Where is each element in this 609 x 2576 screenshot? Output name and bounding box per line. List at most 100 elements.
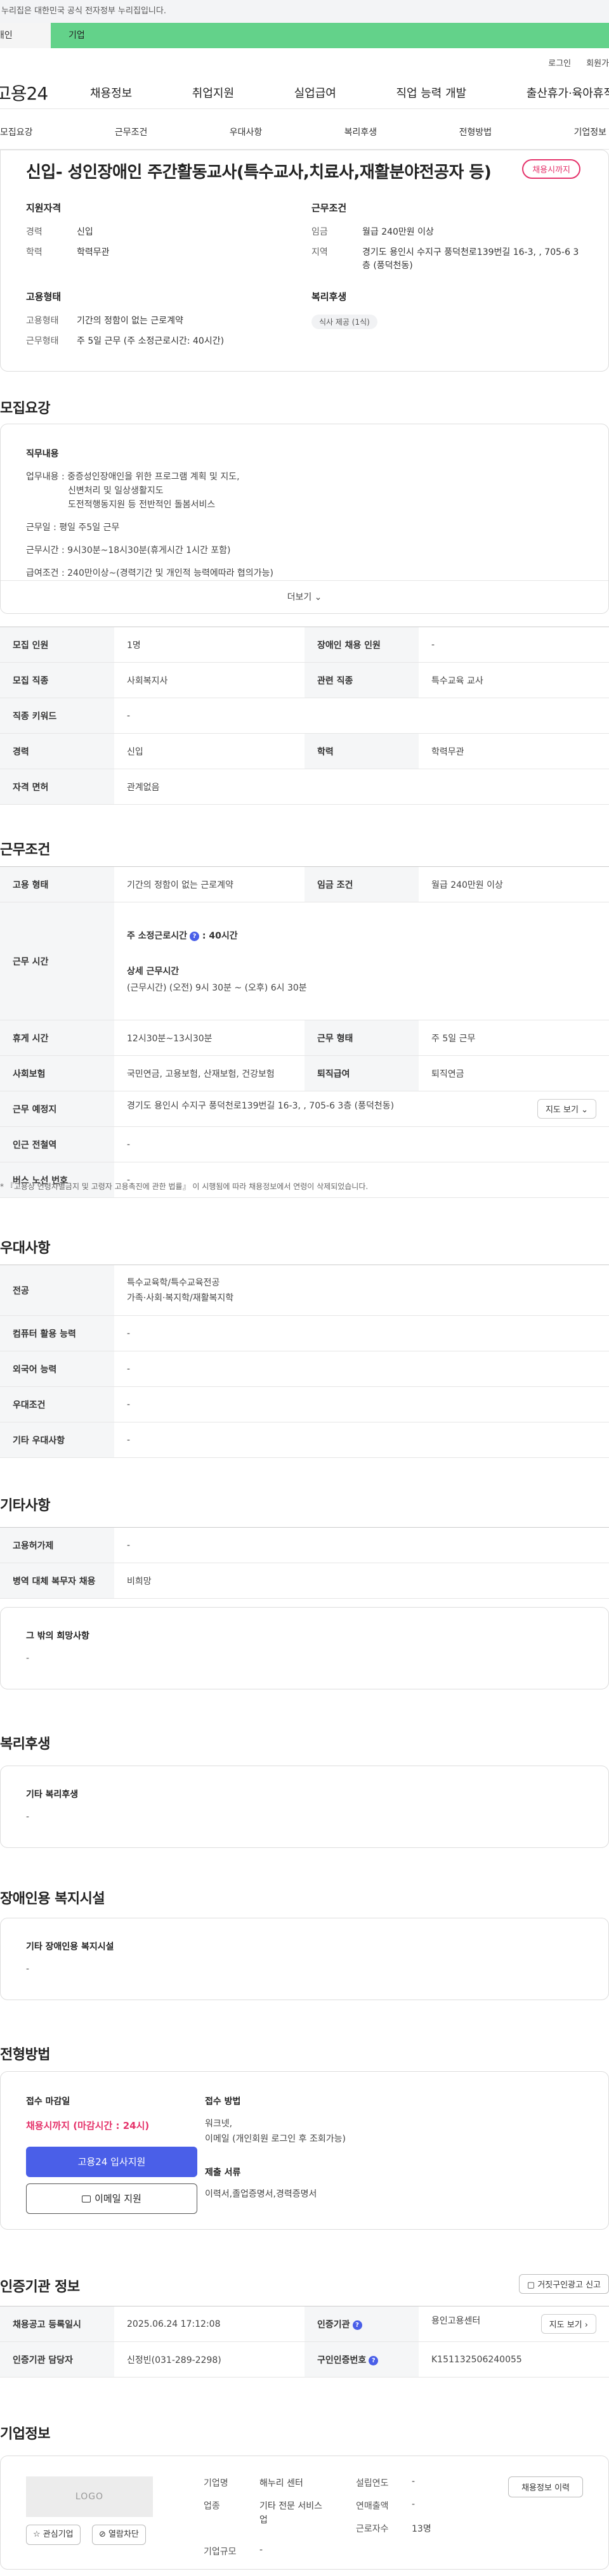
career-value: 신입 (77, 227, 93, 237)
wage-value: 월급 240만원 이상 (362, 227, 434, 237)
table-cell: - (114, 698, 609, 734)
method-block: 접수 방법 워크넷, 이메일 (개인회원 로그인 후 조회가능) 제출 서류 이… (205, 2095, 346, 2200)
company-name-label: 기업명 (204, 2478, 228, 2488)
major-value: 특수교육학/특수교육전공 (127, 1277, 220, 1288)
table-row: 사회보험 국민연금, 고용보험, 산재보험, 건강보험 퇴직급여 퇴직연금 (0, 1055, 609, 1091)
table-header-cell: 근무 예정지 (0, 1091, 114, 1127)
anchor-preferred[interactable]: 우대사항 (230, 126, 263, 138)
email-apply-button[interactable]: 이메일 지원 (26, 2183, 197, 2214)
global-nav: 고용24 채용정보 취업지원 실업급여 직업 능력 개발 출산휴가·육아휴직 (0, 76, 609, 109)
report-button[interactable]: ▢ 거짓구인광고 신고 (518, 2274, 609, 2294)
anchor-recruit[interactable]: 모집요강 (0, 126, 33, 138)
disabled-value: - (26, 1964, 30, 1974)
hours-detail: (근무시간) (오전) 9시 30분 ~ (오후) 6시 30분 (127, 982, 307, 993)
gnb-item-unemployment[interactable]: 실업급여 (294, 84, 336, 101)
disabled-heading: 기타 장애인용 복지시설 (26, 1942, 114, 1952)
place-value: 경기도 용인시 수지구 풍덕천로139번길 16-3, , 705-6 3층 (… (127, 1101, 395, 1111)
hours-detail-label: 상세 근무시간 (127, 966, 180, 977)
recruit-section-title: 모집요강 (0, 401, 50, 417)
table-cell: - (114, 1527, 609, 1563)
anchor-welfare[interactable]: 복리후생 (344, 126, 377, 138)
site-logo[interactable]: 고용24 (0, 80, 90, 105)
conditions-heading: 근무조건 (311, 202, 347, 214)
company-card: LOGO ☆ 관심기업 ⊘ 열람차단 기업명 해누리 센터 업종 기타 전문 서비스… (0, 2456, 609, 2570)
welfare-value: - (26, 1812, 30, 1822)
login-link[interactable]: 로그인 (548, 56, 571, 68)
table-row: 우대조건 - (0, 1386, 609, 1422)
table-header-cell: 병역 대체 복무자 채용 (0, 1563, 114, 1599)
table-row: 휴게 시간 12시30분~13시30분 근무 형태 주 5일 근무 (0, 1020, 609, 1056)
industry-value: 기타 전문 서비스 업 (259, 2499, 323, 2527)
hours-cell: 주 소정근로시간? : 40시간 상세 근무시간 (근무시간) (오전) 9시 … (114, 902, 609, 1020)
welfare-card: 기타 복리후생 - (0, 1766, 609, 1848)
table-row: 전공 특수교육학/특수교육전공 가족·사회·복지학/재활복지학 (0, 1265, 609, 1316)
apply-button[interactable]: 고용24 입사지원 (26, 2147, 197, 2177)
table-cell: - (114, 1162, 609, 1198)
help-icon[interactable]: ? (190, 931, 200, 941)
map-button[interactable]: 지도 보기 ⌄ (537, 1099, 596, 1119)
table-header-cell: 임금 조건 (304, 866, 419, 902)
disabled-section-title: 장애인용 복지시설 (0, 1891, 105, 1907)
user-type-tabs: 개인 기업 (0, 23, 609, 48)
favorite-label: 관심기업 (43, 2530, 74, 2539)
block-view-button[interactable]: ⊘ 열람차단 (92, 2525, 146, 2545)
table-header-cell: 관련 직종 (304, 662, 419, 698)
history-button[interactable]: 채용정보 이력 (508, 2476, 583, 2497)
help-icon[interactable]: ? (369, 2355, 379, 2365)
table-row: 고용허가제 - (0, 1527, 609, 1563)
anchor-apply[interactable]: 전형방법 (459, 126, 492, 138)
table-header-cell: 자격 면허 (0, 769, 114, 805)
table-header-cell: 근무 시간 (0, 902, 114, 1020)
benefits-block: 복리후생 식사 제공 (1식) (311, 290, 578, 329)
apply-card: 접수 마감일 채용시까지 (마감시간 : 24시) 고용24 입사지원 이메일 … (0, 2071, 609, 2230)
tab-personal[interactable]: 개인 (0, 23, 51, 48)
industry-line: 업 (259, 2515, 268, 2525)
chevron-down-icon: ⌄ (314, 592, 322, 602)
table-row: 근무 예정지 경기도 용인시 수지구 풍덕천로139번길 16-3, , 705… (0, 1091, 609, 1127)
table-header-cell: 버스 노선 번호 (0, 1162, 114, 1198)
table-cell: - (114, 1351, 609, 1387)
cert-id-label-cell: 구인인증번호? (304, 2341, 419, 2378)
table-row: 컴퓨터 활용 능력 - (0, 1315, 609, 1351)
agency-label-cell: 인증기관? (304, 2306, 419, 2342)
gnb-item-leave[interactable]: 출산휴가·육아휴직 (527, 84, 609, 101)
table-cell: - (114, 1126, 609, 1162)
help-icon[interactable]: ? (352, 2320, 362, 2330)
hours-weekly: 주 소정근로시간? : 40시간 (127, 929, 596, 942)
anchor-company[interactable]: 기업정보 (573, 126, 606, 138)
table-header-cell: 경력 (0, 733, 114, 769)
favorite-company-button[interactable]: ☆ 관심기업 (26, 2525, 81, 2545)
table-cell: 비희망 (114, 1563, 609, 1599)
table-header-cell: 기타 우대사항 (0, 1422, 114, 1458)
gnb-item-training[interactable]: 직업 능력 개발 (396, 84, 466, 101)
place-cell: 경기도 용인시 수지구 풍덕천로139번길 16-3, , 705-6 3층 (… (114, 1091, 609, 1127)
gov-banner: 이 누리집은 대한민국 공식 전자정부 누리집입니다. (0, 0, 609, 23)
table-header-cell: 외국어 능력 (0, 1351, 114, 1387)
duty-line (26, 557, 583, 566)
hours-weekly-value: : 40시간 (202, 930, 238, 941)
table-row: 인증기관 담당자 신정빈(031-289-2298) 구인인증번호? K1511… (0, 2341, 609, 2378)
benefit-tag: 식사 제공 (1식) (311, 315, 377, 329)
agency-map-button[interactable]: 지도 보기 › (540, 2314, 596, 2334)
sales-label: 연매출액 (356, 2501, 389, 2511)
table-cell: 주 5일 근무 (419, 1020, 609, 1056)
more-label: 더보기 (287, 592, 312, 602)
tab-corporate[interactable]: 기업 (51, 23, 609, 48)
block-label: 열람차단 (108, 2530, 139, 2539)
method-line: 이메일 (개인회원 로그인 후 조회가능) (205, 2134, 346, 2144)
signup-link[interactable]: 회원가입 (586, 56, 609, 68)
company-section-title: 기업정보 (0, 2426, 50, 2442)
other-wish-value: - (26, 1653, 30, 1663)
table-header-cell: 모집 인원 (0, 627, 114, 663)
employees-label: 근로자수 (356, 2524, 389, 2534)
gnb-item-jobs[interactable]: 채용정보 (90, 84, 132, 101)
other-wish-card: 그 밖의 희망사항 - (0, 1607, 609, 1689)
anchor-work[interactable]: 근무조건 (115, 126, 148, 138)
section-anchor-nav: 모집요강 근무조건 우대사항 복리후생 전형방법 기업정보 (0, 114, 609, 150)
duty-line: 근무시간 : 9시30분~18시30분(휴게시간 1시간 포함) (26, 545, 231, 556)
duty-line (26, 535, 583, 543)
gnb-item-support[interactable]: 취업지원 (192, 84, 234, 101)
established-label: 설립연도 (356, 2478, 389, 2488)
more-button[interactable]: 더보기 ⌄ (1, 580, 608, 613)
table-cell: - (114, 1386, 609, 1422)
